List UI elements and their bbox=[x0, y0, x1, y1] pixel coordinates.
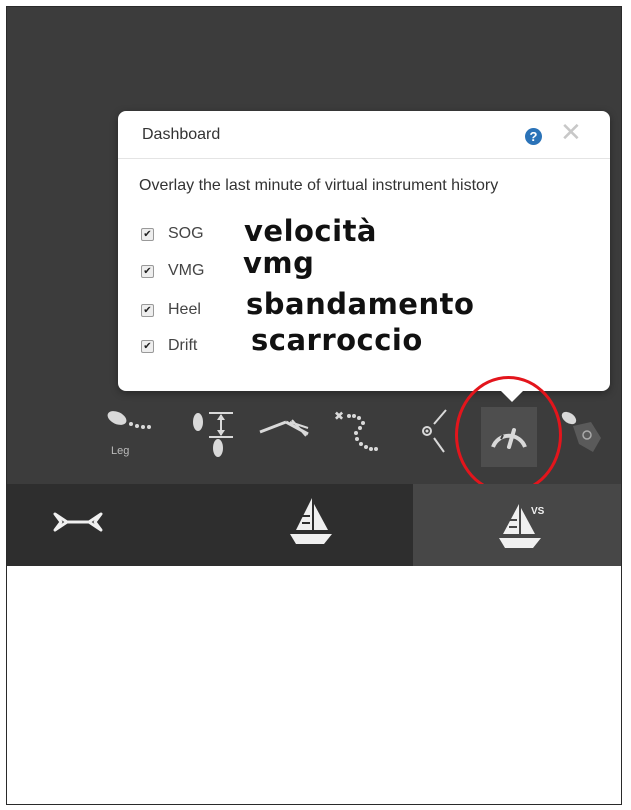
highlight-circle bbox=[455, 376, 562, 494]
crossed-flags-icon bbox=[53, 512, 103, 532]
map-pin-tool[interactable] bbox=[557, 400, 613, 460]
route-dots-icon: ✖ bbox=[334, 409, 378, 451]
annotation-sbandamento: sbandamento bbox=[246, 287, 475, 321]
dashboard-popup: Dashboard ? ✕ Overlay the last minute of… bbox=[118, 111, 610, 391]
drift-label: Drift bbox=[168, 337, 198, 354]
tab-boat[interactable] bbox=[210, 484, 413, 566]
draft-tool[interactable] bbox=[184, 400, 240, 460]
sailboat-icon bbox=[290, 498, 332, 544]
bottom-tabs: VS bbox=[7, 484, 621, 566]
leg-icon: Leg bbox=[107, 411, 151, 457]
tab-marks[interactable] bbox=[7, 484, 210, 566]
ruler-icon bbox=[259, 419, 309, 437]
popup-description: Overlay the last minute of virtual instr… bbox=[139, 177, 499, 194]
svg-text:✖: ✖ bbox=[334, 409, 344, 423]
map-pin-icon bbox=[561, 411, 601, 452]
annotation-vmg: vmg bbox=[243, 246, 315, 280]
close-icon[interactable]: ✕ bbox=[560, 119, 582, 145]
route-tool[interactable]: ✖ bbox=[334, 400, 390, 460]
annotation-velocita: velocità bbox=[244, 214, 377, 248]
vmg-label: VMG bbox=[168, 262, 205, 279]
draft-measure-icon bbox=[193, 412, 233, 457]
drift-checkbox[interactable]: ✔ bbox=[141, 340, 154, 353]
annotation-scarroccio: scarroccio bbox=[251, 323, 423, 357]
ruler-tool[interactable] bbox=[256, 400, 312, 460]
leg-tool[interactable]: Leg bbox=[104, 400, 160, 460]
sog-checkbox[interactable]: ✔ bbox=[141, 228, 154, 241]
sailboat-vs-icon: VS bbox=[499, 504, 545, 548]
popup-header: Dashboard ? ✕ bbox=[118, 111, 610, 159]
vmg-checkbox[interactable]: ✔ bbox=[141, 265, 154, 278]
tab-boat-vs[interactable]: VS bbox=[413, 484, 621, 566]
help-icon[interactable]: ? bbox=[525, 128, 542, 145]
leg-label: Leg bbox=[111, 445, 129, 457]
sog-label: SOG bbox=[168, 225, 204, 242]
heel-checkbox[interactable]: ✔ bbox=[141, 304, 154, 317]
vs-label: VS bbox=[531, 506, 545, 517]
heel-label: Heel bbox=[168, 301, 201, 318]
popup-title: Dashboard bbox=[142, 126, 221, 143]
